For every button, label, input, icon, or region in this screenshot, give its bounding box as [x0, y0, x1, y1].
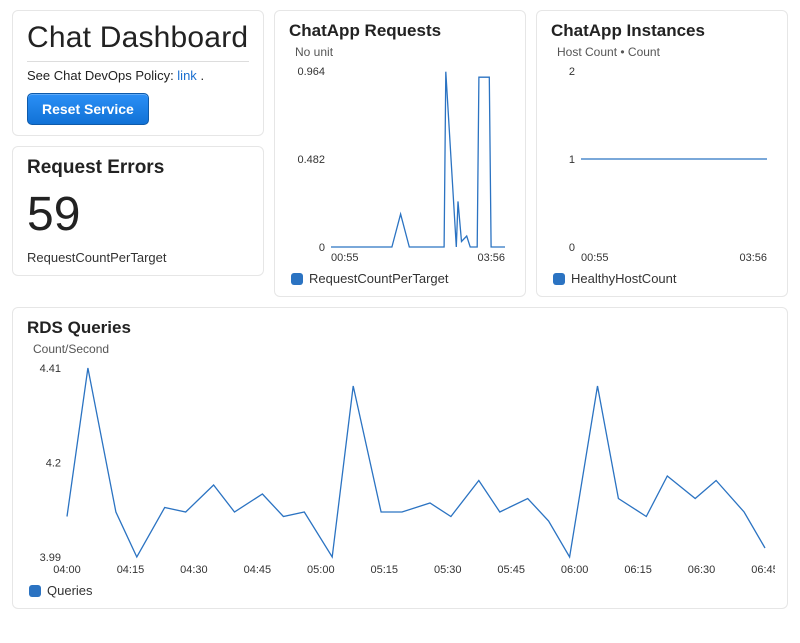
svg-text:05:30: 05:30: [434, 564, 462, 576]
rds-queries-legend-label: Queries: [47, 583, 93, 598]
chatapp-instances-unit: Host Count • Count: [557, 45, 773, 59]
svg-text:0.482: 0.482: [297, 154, 325, 166]
svg-text:0: 0: [319, 242, 325, 254]
request-errors-value: 59: [27, 187, 249, 242]
svg-text:06:15: 06:15: [624, 564, 652, 576]
svg-text:05:15: 05:15: [371, 564, 399, 576]
svg-text:05:45: 05:45: [497, 564, 525, 576]
chatapp-requests-card: ChatApp Requests No unit 0 0.482 0.964 00:5…: [274, 10, 526, 297]
page-title: Chat Dashboard: [27, 21, 249, 55]
rds-queries-unit: Count/Second: [33, 342, 773, 356]
svg-text:03:56: 03:56: [477, 252, 505, 264]
request-errors-metric: RequestCountPerTarget: [27, 250, 249, 265]
policy-prefix: See Chat DevOps Policy:: [27, 68, 177, 83]
request-errors-card: Request Errors 59 RequestCountPerTarget: [12, 146, 264, 276]
chatapp-requests-title: ChatApp Requests: [289, 21, 511, 41]
chatapp-instances-legend: HealthyHostCount: [553, 271, 773, 286]
svg-text:00:55: 00:55: [581, 252, 609, 264]
svg-text:00:55: 00:55: [331, 252, 359, 264]
legend-swatch-icon: [291, 273, 303, 285]
svg-text:06:30: 06:30: [688, 564, 716, 576]
chatapp-instances-title: ChatApp Instances: [551, 21, 773, 41]
svg-text:06:00: 06:00: [561, 564, 589, 576]
devops-policy-line: See Chat DevOps Policy: link .: [27, 61, 249, 83]
dashboard-header-card: Chat Dashboard See Chat DevOps Policy: l…: [12, 10, 264, 136]
svg-text:3.99: 3.99: [40, 552, 61, 564]
request-errors-title: Request Errors: [27, 157, 249, 179]
svg-text:04:45: 04:45: [244, 564, 272, 576]
chatapp-instances-chart: 0 1 2 00:55 03:56: [551, 65, 773, 265]
svg-text:4.41: 4.41: [40, 363, 61, 375]
devops-policy-link[interactable]: link: [177, 68, 197, 83]
legend-swatch-icon: [29, 585, 41, 597]
svg-text:04:30: 04:30: [180, 564, 208, 576]
reset-service-button[interactable]: Reset Service: [27, 93, 149, 125]
svg-text:05:00: 05:00: [307, 564, 335, 576]
svg-text:03:56: 03:56: [739, 252, 767, 264]
svg-text:04:00: 04:00: [53, 564, 81, 576]
rds-queries-chart: 3.99 4.2 4.41 04:00 04:15 04:30 04:45 05:00 05:1…: [27, 362, 775, 577]
chatapp-requests-unit: No unit: [295, 45, 511, 59]
policy-suffix: .: [200, 68, 204, 83]
chatapp-requests-legend-label: RequestCountPerTarget: [309, 271, 448, 286]
svg-text:2: 2: [569, 66, 575, 78]
rds-queries-title: RDS Queries: [27, 318, 773, 338]
rds-queries-legend: Queries: [29, 583, 773, 598]
rds-queries-card: RDS Queries Count/Second 3.99 4.2 4.41 04:0…: [12, 307, 788, 609]
svg-text:0: 0: [569, 242, 575, 254]
legend-swatch-icon: [553, 273, 565, 285]
svg-text:0.964: 0.964: [297, 66, 325, 78]
svg-text:4.2: 4.2: [46, 458, 61, 470]
chatapp-instances-card: ChatApp Instances Host Count • Count 0 1 2…: [536, 10, 788, 297]
chatapp-instances-legend-label: HealthyHostCount: [571, 271, 677, 286]
chatapp-requests-legend: RequestCountPerTarget: [291, 271, 511, 286]
chatapp-requests-chart: 0 0.482 0.964 00:55 03:56: [289, 65, 511, 265]
svg-text:06:45: 06:45: [751, 564, 775, 576]
svg-text:1: 1: [569, 154, 575, 166]
svg-text:04:15: 04:15: [117, 564, 145, 576]
